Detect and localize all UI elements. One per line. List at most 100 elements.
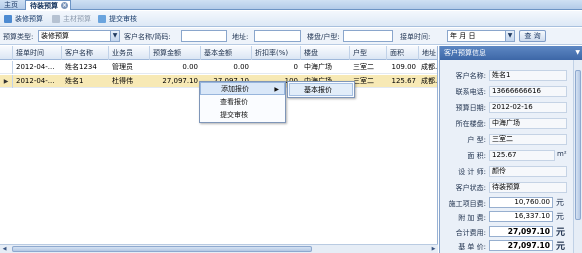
main-material-budget-button[interactable]: 主材预算	[52, 14, 91, 24]
construction-fee-field: 10,760.00	[489, 197, 553, 208]
cell-house: 三室二	[353, 63, 374, 71]
submit-icon	[98, 15, 106, 23]
calendar-dropdown-icon[interactable]: ▼	[505, 31, 514, 41]
field-budget-date: 2012-02-16	[489, 102, 567, 113]
money-label: 基 单 价:	[458, 243, 486, 251]
field-label: 客户状态:	[455, 184, 486, 192]
money-label: 施工项目费:	[448, 200, 486, 208]
building-label: 楼盘/户型:	[307, 33, 340, 41]
col-header-date[interactable]: 接单时间	[13, 46, 62, 60]
material-icon	[52, 15, 60, 23]
address-input[interactable]	[254, 30, 301, 42]
budget-type-label: 预算类型:	[3, 33, 34, 41]
submit-review-button[interactable]: 提交审核	[98, 14, 137, 24]
scroll-thumb[interactable]	[575, 70, 581, 220]
money-label: 合计费用:	[455, 229, 486, 237]
menu-basic-quote[interactable]: 基本报价	[289, 83, 353, 96]
menu-submit-review[interactable]: 提交审核	[200, 109, 285, 122]
yuan-unit: 元	[556, 228, 566, 238]
close-tab-icon[interactable]: ×	[61, 2, 68, 9]
cell-area: 125.67	[391, 77, 417, 85]
col-header-base[interactable]: 基本金额	[201, 46, 252, 60]
address-label: 地址:	[232, 33, 249, 41]
field-customer-name: 姓名1	[489, 70, 567, 81]
field-customer-status: 待装预算	[489, 182, 567, 193]
cell-address: 成都...	[421, 63, 438, 71]
field-label: 预算日期:	[455, 104, 486, 112]
col-header-house[interactable]: 户型	[350, 46, 387, 60]
cell-discount: 0	[293, 63, 298, 71]
col-header-discount[interactable]: 折扣率(%)	[252, 46, 301, 60]
cell-customer: 姓名1	[65, 77, 84, 85]
cell-area: 109.00	[391, 63, 417, 71]
yuan-unit: 元	[556, 198, 564, 207]
total-fee-field: 27,097.10	[489, 226, 553, 237]
tab-strip: 主页 待装预算 ×	[0, 0, 582, 10]
field-designer: 颜伶	[489, 166, 567, 177]
row-indicator-header	[0, 46, 13, 60]
budget-grid: 接单时间 客户名称 业务员 预算金额 基本金额 折扣率(%) 楼盘 户型 面积 …	[0, 46, 438, 244]
field-label: 面 积:	[467, 152, 486, 160]
field-label: 户 型:	[467, 136, 486, 144]
row-indicator	[0, 61, 13, 74]
field-phone: 13666666616	[489, 86, 567, 97]
cell-base: 0.00	[233, 63, 249, 71]
renovation-budget-button[interactable]: 装修预算	[4, 14, 43, 24]
field-label: 客户名称:	[455, 72, 486, 80]
col-header-address[interactable]: 地址	[419, 46, 437, 60]
col-header-building[interactable]: 楼盘	[301, 46, 350, 60]
tab-home[interactable]: 主页	[0, 0, 24, 10]
cell-date: 2012-04-...	[16, 77, 55, 85]
col-header-area[interactable]: 面积	[387, 46, 419, 60]
horizontal-scrollbar[interactable]: ◀ ▶	[0, 244, 438, 253]
customer-label: 客户名称/简码:	[124, 33, 171, 41]
customer-input[interactable]	[181, 30, 227, 42]
tab-pending-budget[interactable]: 待装预算 ×	[25, 0, 71, 10]
context-menu: 添加报价 ▶ 查看报价 提交审核	[199, 81, 286, 123]
field-house-type: 三室二	[489, 134, 567, 145]
cell-customer: 姓名1234	[65, 63, 97, 71]
menu-add-quote[interactable]: 添加报价 ▶	[200, 82, 285, 95]
col-header-budget[interactable]: 预算金额	[150, 46, 201, 60]
scroll-right-icon[interactable]: ▶	[429, 245, 438, 253]
vertical-scrollbar[interactable]	[573, 60, 582, 253]
grid-header: 接单时间 客户名称 业务员 预算金额 基本金额 折扣率(%) 楼盘 户型 面积 …	[0, 46, 437, 60]
date-label: 接单时间:	[400, 33, 431, 41]
submenu: 基本报价	[287, 81, 355, 98]
col-header-customer[interactable]: 客户名称	[62, 46, 109, 60]
money-label: 附 加 费:	[458, 214, 486, 222]
cell-budget: 0.00	[182, 63, 198, 71]
menu-view-quote[interactable]: 查看报价	[200, 96, 285, 109]
query-button[interactable]: 查 询	[519, 30, 546, 42]
field-label: 所在楼盘:	[455, 120, 486, 128]
field-label: 设 计 师:	[458, 168, 486, 176]
submenu-arrow-icon: ▶	[274, 86, 279, 93]
budget-type-select[interactable]: 装修预算 ▼	[38, 30, 120, 42]
cell-date: 2012-04-...	[16, 63, 55, 71]
base-unit-price-field: 27,097.10	[489, 240, 553, 251]
cell-budget: 27,097.10	[162, 77, 198, 85]
current-row-arrow-icon: ▶	[0, 75, 13, 88]
chevron-down-icon[interactable]: ▼	[110, 31, 119, 41]
scroll-thumb[interactable]	[12, 246, 312, 252]
building-input[interactable]	[343, 30, 393, 42]
field-area: 125.67	[489, 150, 555, 161]
budget-icon	[4, 15, 12, 23]
col-header-salesman[interactable]: 业务员	[109, 46, 150, 60]
chevron-down-icon[interactable]: ▼	[575, 46, 580, 60]
area-unit-label: m²	[557, 150, 567, 158]
additional-fee-field: 16,337.10	[489, 211, 553, 222]
filter-bar: 预算类型: 装修预算 ▼ 客户名称/简码: 地址: 楼盘/户型: 接单时间: 年…	[0, 28, 582, 45]
scroll-left-icon[interactable]: ◀	[0, 245, 9, 253]
cell-salesman: 杜得伟	[112, 77, 133, 85]
table-row[interactable]: 2012-04-... 姓名1234 管理员 0.00 0.00 0 中海广场 …	[0, 61, 438, 74]
cell-address: 成都...	[421, 77, 438, 85]
cell-building: 中海广场	[304, 63, 332, 71]
field-label: 联系电话:	[455, 88, 486, 96]
panel-title: 客户预算信息 ▼	[440, 46, 582, 60]
cell-salesman: 管理员	[112, 63, 133, 71]
date-picker[interactable]: 年 月 日 ▼	[447, 30, 515, 42]
toolbar: 装修预算 主材预算 提交审核	[0, 11, 582, 27]
yuan-unit: 元	[556, 242, 566, 252]
field-building: 中海广场	[489, 118, 567, 129]
